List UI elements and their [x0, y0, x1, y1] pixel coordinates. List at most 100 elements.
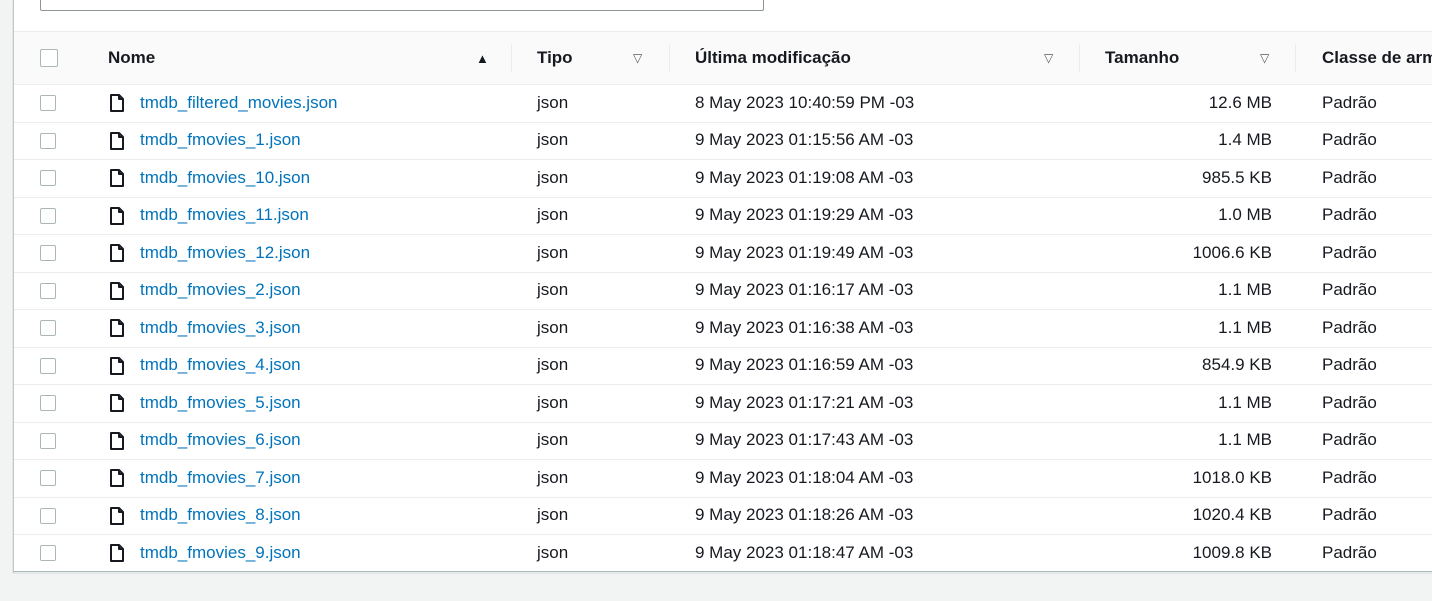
object-name-link[interactable]: tmdb_fmovies_1.json	[140, 122, 301, 160]
sort-toggle-icon[interactable]: ▽	[1044, 32, 1053, 84]
object-name-link[interactable]: tmdb_fmovies_9.json	[140, 534, 301, 572]
column-resizer[interactable]	[669, 44, 670, 72]
table-row[interactable]: tmdb_fmovies_9.json json 9 May 2023 01:1…	[14, 534, 1432, 573]
file-icon	[110, 394, 124, 412]
object-storage-class: Padrão	[1322, 242, 1377, 262]
sort-toggle-icon[interactable]: ▽	[633, 32, 642, 84]
row-checkbox[interactable]	[40, 545, 56, 561]
object-type: json	[537, 242, 569, 262]
file-icon	[110, 206, 124, 225]
object-type: json	[537, 317, 569, 337]
table-row[interactable]: tmdb_fmovies_8.json json 9 May 2023 01:1…	[14, 497, 1432, 535]
object-size: 1.1 MB	[1218, 317, 1272, 337]
row-checkbox[interactable]	[40, 357, 56, 374]
object-last-modified: 9 May 2023 01:18:04 AM -03	[695, 467, 914, 487]
row-checkbox[interactable]	[40, 207, 56, 224]
column-header-name-label: Nome	[108, 48, 156, 67]
object-size: 1020.4 KB	[1192, 505, 1272, 525]
table-row[interactable]: tmdb_fmovies_5.json json 9 May 2023 01:1…	[14, 384, 1432, 423]
object-name-link[interactable]: tmdb_fmovies_12.json	[140, 234, 310, 272]
file-icon	[110, 169, 124, 187]
column-header-type[interactable]: Tipo	[537, 32, 573, 84]
column-header-modified-label: Última modificação	[695, 48, 851, 67]
table-row[interactable]: tmdb_fmovies_2.json json 9 May 2023 01:1…	[14, 272, 1432, 310]
column-header-size-label: Tamanho	[1105, 48, 1180, 67]
row-checkbox[interactable]	[40, 170, 56, 186]
object-last-modified: 9 May 2023 01:19:49 AM -03	[695, 242, 914, 262]
object-name-link[interactable]: tmdb_fmovies_7.json	[140, 459, 301, 497]
object-storage-class: Padrão	[1322, 467, 1377, 487]
file-icon	[110, 431, 124, 450]
object-type: json	[537, 430, 569, 450]
object-last-modified: 9 May 2023 01:15:56 AM -03	[695, 130, 914, 150]
object-last-modified: 9 May 2023 01:16:38 AM -03	[695, 317, 914, 337]
object-size: 985.5 KB	[1202, 167, 1272, 187]
column-header-type-label: Tipo	[537, 48, 573, 67]
object-size: 12.6 MB	[1208, 92, 1272, 112]
object-type: json	[537, 92, 569, 112]
object-type: json	[537, 130, 569, 150]
row-checkbox[interactable]	[40, 507, 56, 524]
column-resizer[interactable]	[1079, 44, 1080, 72]
row-checkbox[interactable]	[40, 245, 56, 261]
row-checkbox[interactable]	[40, 320, 56, 336]
objects-panel: Nome ▲ Tipo ▽ Última modificação ▽ Taman…	[13, 0, 1432, 573]
object-name-link[interactable]: tmdb_fmovies_5.json	[140, 384, 301, 422]
row-checkbox[interactable]	[40, 132, 56, 149]
row-checkbox[interactable]	[40, 395, 56, 411]
object-name-link[interactable]: tmdb_fmovies_8.json	[140, 497, 301, 535]
row-checkbox[interactable]	[40, 432, 56, 449]
object-type: json	[537, 280, 569, 300]
object-size: 1006.6 KB	[1192, 242, 1272, 262]
row-checkbox[interactable]	[40, 470, 56, 486]
column-resizer[interactable]	[511, 44, 512, 72]
table-row[interactable]: tmdb_fmovies_6.json json 9 May 2023 01:1…	[14, 422, 1432, 460]
table-row[interactable]: tmdb_fmovies_11.json json 9 May 2023 01:…	[14, 197, 1432, 235]
table-row[interactable]: tmdb_fmovies_12.json json 9 May 2023 01:…	[14, 234, 1432, 273]
object-type: json	[537, 542, 569, 562]
object-name-link[interactable]: tmdb_fmovies_2.json	[140, 272, 301, 310]
object-size: 1.4 MB	[1218, 130, 1272, 150]
table-row[interactable]: tmdb_fmovies_7.json json 9 May 2023 01:1…	[14, 459, 1432, 498]
object-type: json	[537, 467, 569, 487]
column-header-storage-class[interactable]: Classe de arm	[1322, 32, 1432, 84]
table-row[interactable]: tmdb_fmovies_4.json json 9 May 2023 01:1…	[14, 347, 1432, 385]
column-header-size[interactable]: Tamanho	[1105, 32, 1179, 84]
table-row[interactable]: tmdb_filtered_movies.json json 8 May 202…	[14, 84, 1432, 123]
object-last-modified: 9 May 2023 01:18:26 AM -03	[695, 505, 914, 525]
table-row[interactable]: tmdb_fmovies_1.json json 9 May 2023 01:1…	[14, 122, 1432, 160]
column-header-name[interactable]: Nome	[108, 32, 155, 84]
object-last-modified: 9 May 2023 01:18:47 AM -03	[695, 542, 914, 562]
table-row[interactable]: tmdb_fmovies_3.json json 9 May 2023 01:1…	[14, 309, 1432, 348]
object-last-modified: 8 May 2023 10:40:59 PM -03	[695, 92, 915, 112]
object-type: json	[537, 167, 569, 187]
file-icon	[110, 356, 124, 375]
object-name-link[interactable]: tmdb_filtered_movies.json	[140, 84, 337, 122]
sort-ascending-icon[interactable]: ▲	[476, 32, 489, 84]
object-storage-class: Padrão	[1322, 130, 1377, 150]
object-last-modified: 9 May 2023 01:16:59 AM -03	[695, 355, 914, 375]
object-name-link[interactable]: tmdb_fmovies_6.json	[140, 422, 301, 460]
object-name-link[interactable]: tmdb_fmovies_4.json	[140, 347, 301, 385]
object-storage-class: Padrão	[1322, 167, 1377, 187]
column-resizer[interactable]	[1295, 44, 1296, 72]
row-checkbox[interactable]	[40, 282, 56, 299]
row-checkbox[interactable]	[40, 95, 56, 111]
object-name-link[interactable]: tmdb_fmovies_3.json	[140, 309, 301, 347]
file-icon	[110, 319, 124, 337]
object-name-link[interactable]: tmdb_fmovies_11.json	[140, 197, 309, 235]
table-row[interactable]: tmdb_fmovies_10.json json 9 May 2023 01:…	[14, 159, 1432, 198]
search-input[interactable]	[40, 0, 764, 11]
sort-toggle-icon[interactable]: ▽	[1260, 32, 1269, 84]
object-name-link[interactable]: tmdb_fmovies_10.json	[140, 159, 310, 197]
select-all-checkbox[interactable]	[40, 49, 58, 67]
object-type: json	[537, 392, 569, 412]
object-storage-class: Padrão	[1322, 317, 1377, 337]
table-header: Nome ▲ Tipo ▽ Última modificação ▽ Taman…	[14, 31, 1432, 85]
object-type: json	[537, 505, 569, 525]
column-header-storage-class-label: Classe de arm	[1322, 48, 1432, 67]
file-icon	[110, 244, 124, 262]
object-last-modified: 9 May 2023 01:16:17 AM -03	[695, 280, 914, 300]
column-header-modified[interactable]: Última modificação	[695, 32, 851, 84]
object-storage-class: Padrão	[1322, 430, 1377, 450]
